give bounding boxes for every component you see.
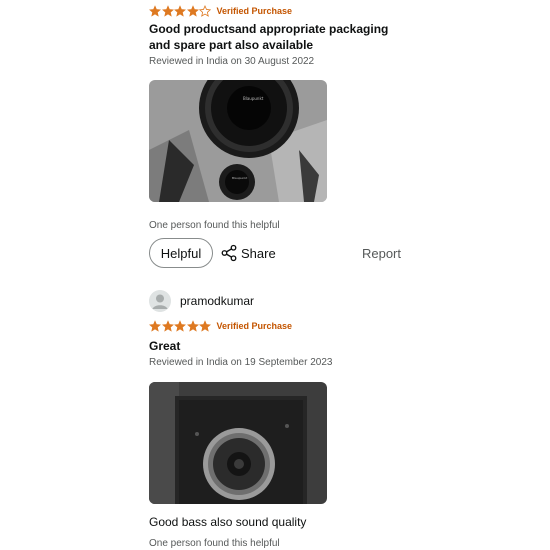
star-icon — [174, 320, 186, 332]
review-date: Reviewed in India on 30 August 2022 — [149, 56, 315, 67]
report-link[interactable]: Report — [362, 246, 401, 261]
user-avatar-icon — [149, 290, 171, 312]
star-rating — [149, 5, 212, 17]
star-icon — [199, 320, 211, 332]
svg-text:Blaupunkt: Blaupunkt — [243, 96, 264, 101]
verified-purchase-badge[interactable]: Verified Purchase — [217, 321, 293, 331]
share-button[interactable]: Share — [220, 244, 276, 262]
helpful-count: One person found this helpful — [149, 220, 280, 231]
helpful-count: One person found this helpful — [149, 538, 280, 549]
share-icon — [221, 244, 237, 262]
star-icon — [161, 5, 174, 17]
star-icon — [186, 320, 199, 332]
review-2-rating: Verified Purchase — [149, 318, 409, 334]
share-label: Share — [241, 245, 276, 261]
review-2: pramodkumar Verified Purchase Great Revi… — [149, 290, 409, 549]
helpful-button[interactable]: Helpful — [149, 238, 213, 268]
reviewer-name: pramodkumar — [180, 294, 255, 308]
review-photo-image — [149, 382, 327, 504]
svg-text:Blaupunkt: Blaupunkt — [232, 176, 248, 180]
review-body[interactable]: Good bass also sound quality — [149, 515, 409, 529]
verified-purchase-badge[interactable]: Verified Purchase — [217, 6, 293, 16]
review-title[interactable]: Good productsand appropriate packaging a… — [149, 21, 409, 53]
review-actions: Helpful Share Report — [149, 238, 401, 268]
star-icon — [149, 5, 161, 17]
reviewer-profile[interactable]: pramodkumar — [149, 290, 409, 312]
review-photo-subwoofer[interactable]: Blaupunkt Blaupunkt — [149, 80, 327, 202]
review-date: Reviewed in India on 19 September 2023 — [149, 357, 333, 368]
review-1: Verified Purchase Good productsand appro… — [149, 3, 409, 268]
star-icon — [186, 5, 199, 17]
review-1-rating: Verified Purchase — [149, 3, 409, 19]
star-empty-icon — [199, 5, 211, 17]
star-rating — [149, 320, 212, 332]
star-icon — [161, 320, 174, 332]
review-photo-image: Blaupunkt Blaupunkt — [149, 80, 327, 202]
review-photo-subwoofer-box[interactable] — [149, 382, 327, 504]
star-icon — [149, 320, 161, 332]
review-title[interactable]: Great — [149, 338, 409, 354]
star-icon — [174, 5, 186, 17]
